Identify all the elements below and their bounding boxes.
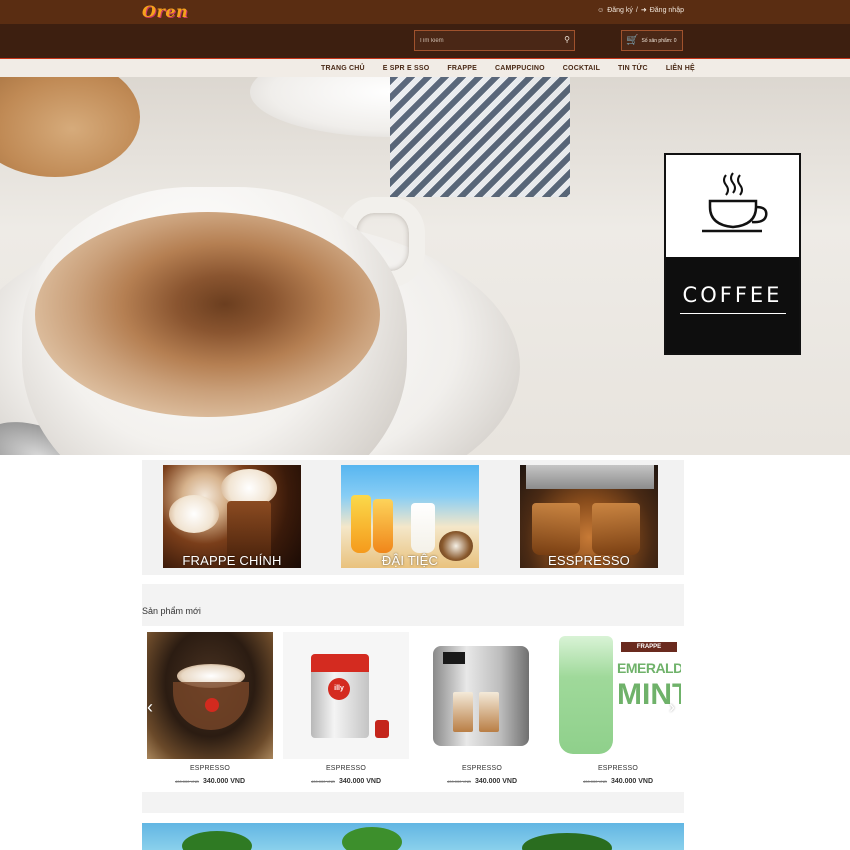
bottom-banner[interactable] (142, 823, 684, 850)
product-image (147, 632, 273, 759)
whipped-cream-image (169, 495, 219, 533)
cart-button[interactable]: 🛒 Số sản phẩm: 0 (621, 30, 683, 51)
category-card-frappe[interactable]: FRAPPE CHÍNH (163, 465, 301, 568)
coffee-cup-icon (702, 172, 768, 233)
nav-item-cappuccino[interactable]: CAMPPUCINO (486, 65, 554, 72)
sale-price: 340.000 VND (338, 778, 381, 785)
carousel-prev-arrow[interactable]: ‹ (147, 696, 159, 718)
machine-display-image (443, 652, 465, 664)
espresso-machine-image (526, 465, 654, 489)
category-card-party[interactable]: ĐẬI TIỆC (341, 465, 479, 568)
tin-lid-image (311, 654, 369, 672)
product-image: illy (283, 632, 409, 759)
badge-title: COFFEE (682, 283, 783, 307)
old-price: 400.000 VND (447, 779, 472, 784)
espresso-glass-image (532, 503, 580, 555)
category-card-espresso[interactable]: ESSPRESSO (520, 465, 658, 568)
site-logo[interactable]: Oren (142, 2, 188, 21)
product-image: FRAPPE EMERALD MINT (555, 632, 681, 759)
user-plus-icon: ☺ (597, 6, 605, 14)
juice-glass-image (373, 499, 393, 553)
frappe-brand-logo: FRAPPE (621, 642, 677, 652)
category-label: FRAPPE CHÍNH (182, 553, 282, 568)
category-section: FRAPPE CHÍNH ĐẬI TIỆC ESSPRESSO (142, 460, 684, 575)
mint-title-line1: EMERALD (617, 660, 681, 676)
new-products-header: Sản phẩm mới (142, 584, 684, 626)
category-label: ĐẬI TIỆC (381, 553, 439, 568)
old-price: 400.000 VND (311, 779, 336, 784)
login-icon: ➜ (640, 7, 647, 14)
login-link[interactable]: Đăng nhập (650, 7, 684, 14)
cart-count: Số sản phẩm: 0 (641, 37, 677, 44)
product-price: 400.000 VND 340.000 VND (555, 778, 681, 785)
illy-logo: illy (328, 678, 350, 700)
sale-price: 340.000 VND (202, 778, 245, 785)
main-nav: TRANG CHỦ E SPR E SSO FRAPPE CAMPPUCINO … (0, 58, 850, 77)
product-price: 400.000 VND 340.000 VND (419, 778, 545, 785)
auth-links: ☺ Đăng ký / ➜ Đăng nhập (597, 6, 684, 15)
search-box: ⚲ (414, 30, 575, 51)
register-link[interactable]: Đăng ký (607, 7, 633, 14)
product-name: ESPRESSO (189, 765, 231, 772)
product-price: 400.000 VND 340.000 VND (283, 778, 409, 785)
product-name: ESPRESSO (325, 765, 367, 772)
sale-price: 340.000 VND (474, 778, 517, 785)
product-price: 400.000 VND 340.000 VND (147, 778, 273, 785)
product-carousel: ESPRESSO 400.000 VND 340.000 VND illy ES… (142, 626, 684, 791)
auth-separator: / (635, 6, 638, 14)
cart-icon: 🛒 (626, 35, 639, 46)
product-card[interactable]: ESPRESSO 400.000 VND 340.000 VND (419, 632, 545, 787)
palm-leaf-image (522, 833, 612, 850)
logo-badge-image (205, 698, 219, 712)
frappe-glass-image (227, 501, 271, 561)
coffee-badge: COFFEE (664, 153, 801, 355)
latte-glass-image (453, 692, 473, 732)
cappuccino-foam-image (35, 212, 380, 417)
latte-glass-image (479, 692, 499, 732)
nav-item-espresso[interactable]: E SPR E SSO (374, 65, 439, 72)
capsule-image (375, 720, 389, 738)
product-card[interactable]: FRAPPE EMERALD MINT ESPRESSO 400.000 VND… (555, 632, 681, 787)
milk-glass-image (411, 503, 435, 553)
juice-glass-image (351, 495, 371, 553)
mint-frappe-image (559, 636, 613, 754)
search-icon[interactable]: ⚲ (564, 35, 570, 44)
cookie-image (0, 77, 140, 177)
category-label: ESSPRESSO (548, 553, 630, 568)
new-products-title: Sản phẩm mới (142, 606, 201, 616)
nav-item-cocktail[interactable]: COCKTAIL (554, 65, 609, 72)
nav-item-frappe[interactable]: FRAPPE (438, 65, 486, 72)
product-card[interactable]: ESPRESSO 400.000 VND 340.000 VND (147, 632, 273, 787)
product-card[interactable]: illy ESPRESSO 400.000 VND 340.000 VND (283, 632, 409, 787)
old-price: 400.000 VND (175, 779, 200, 784)
product-name: ESPRESSO (461, 765, 503, 772)
nav-item-home[interactable]: TRANG CHỦ (312, 65, 374, 72)
product-name: ESPRESSO (597, 765, 639, 772)
espresso-glass-image (592, 503, 640, 555)
top-bar: Oren ☺ Đăng ký / ➜ Đăng nhập (0, 0, 850, 24)
palm-leaf-image (342, 827, 402, 850)
old-price: 400.000 VND (583, 779, 608, 784)
carousel-next-arrow[interactable]: › (669, 696, 681, 718)
sale-price: 340.000 VND (610, 778, 653, 785)
nav-item-contact[interactable]: LIÊN HỆ (657, 65, 704, 72)
nav-item-news[interactable]: TIN TỨC (609, 65, 657, 72)
badge-underline (680, 313, 786, 314)
search-input[interactable] (419, 34, 559, 47)
section-divider (142, 792, 684, 813)
product-image (419, 632, 545, 759)
palm-leaf-image (182, 831, 252, 850)
cloth-image (390, 77, 570, 197)
